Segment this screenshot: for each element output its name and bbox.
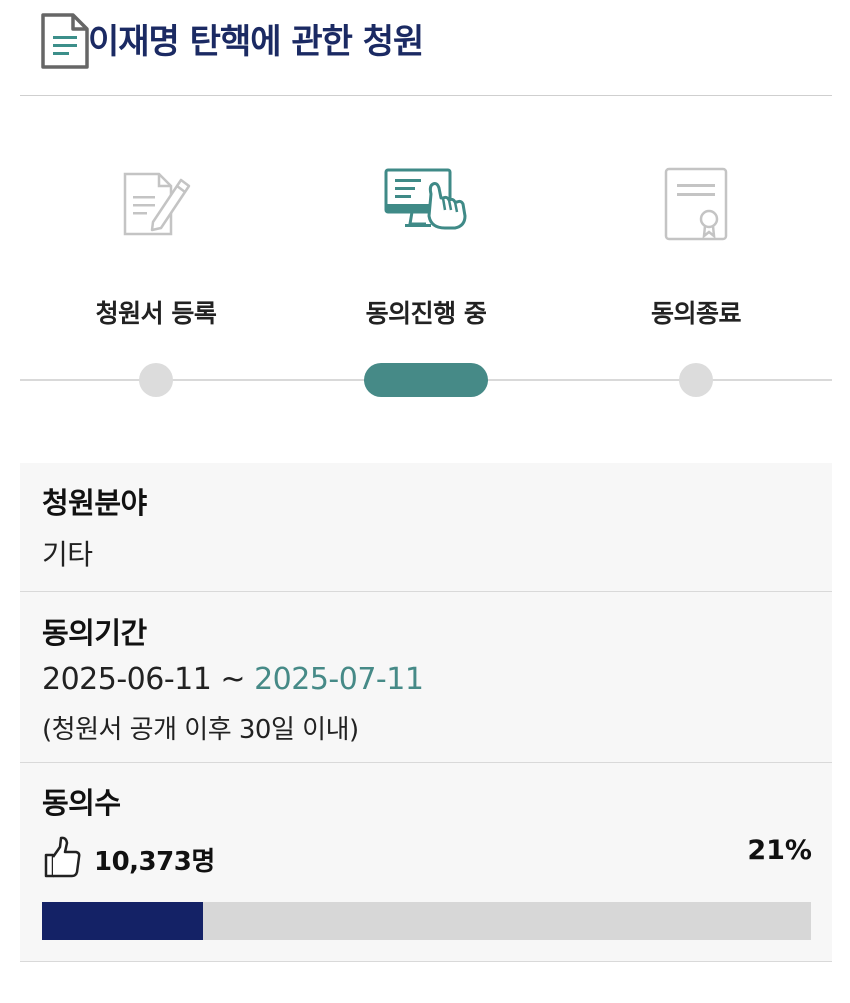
step-dot-closed: [679, 363, 713, 397]
agreement-count: 10,373명: [94, 847, 215, 877]
step-label: 동의진행 중: [365, 299, 487, 328]
agreement-percent: 21%: [747, 835, 812, 866]
step-label: 청원서 등록: [95, 299, 217, 328]
period-dates: 2025-06-11 ~ 2025-07-11: [42, 662, 424, 697]
agreement-progress-fill: [42, 902, 204, 940]
thumbs-up-icon: [44, 836, 81, 878]
period-note: (청원서 공개 이후 30일 이내): [42, 715, 359, 745]
category-title: 청원분야: [42, 486, 147, 520]
period-section: 동의기간 2025-06-11 ~ 2025-07-11 (청원서 공개 이후 …: [20, 592, 832, 763]
petition-info-panel: 청원분야 기타 동의기간 2025-06-11 ~ 2025-07-11 (청원…: [20, 463, 832, 962]
page-title: 이재명 탄핵에 관한 청원: [88, 22, 424, 62]
period-start-date: 2025-06-11: [42, 662, 212, 697]
petition-progress-steps: 청원서 등록 동의진행 중 동의종료: [20, 96, 832, 436]
period-separator: ~: [211, 662, 255, 697]
agreements-title: 동의수: [42, 786, 121, 820]
step-label: 동의종료: [650, 299, 742, 328]
agreement-progress-bar: [42, 902, 811, 940]
document-icon: [41, 13, 89, 69]
period-title: 동의기간: [42, 616, 147, 650]
step-indicator-current: [364, 363, 488, 397]
certificate-icon: [664, 167, 728, 241]
write-document-icon: [123, 172, 191, 236]
period-end-date: 2025-07-11: [254, 662, 424, 697]
agreements-section: 동의수 10,373명 21%: [20, 763, 832, 961]
step-dot-registration: [139, 363, 173, 397]
category-section: 청원분야 기타: [20, 463, 832, 592]
monitor-click-icon: [384, 168, 467, 230]
category-value: 기타: [42, 538, 93, 571]
